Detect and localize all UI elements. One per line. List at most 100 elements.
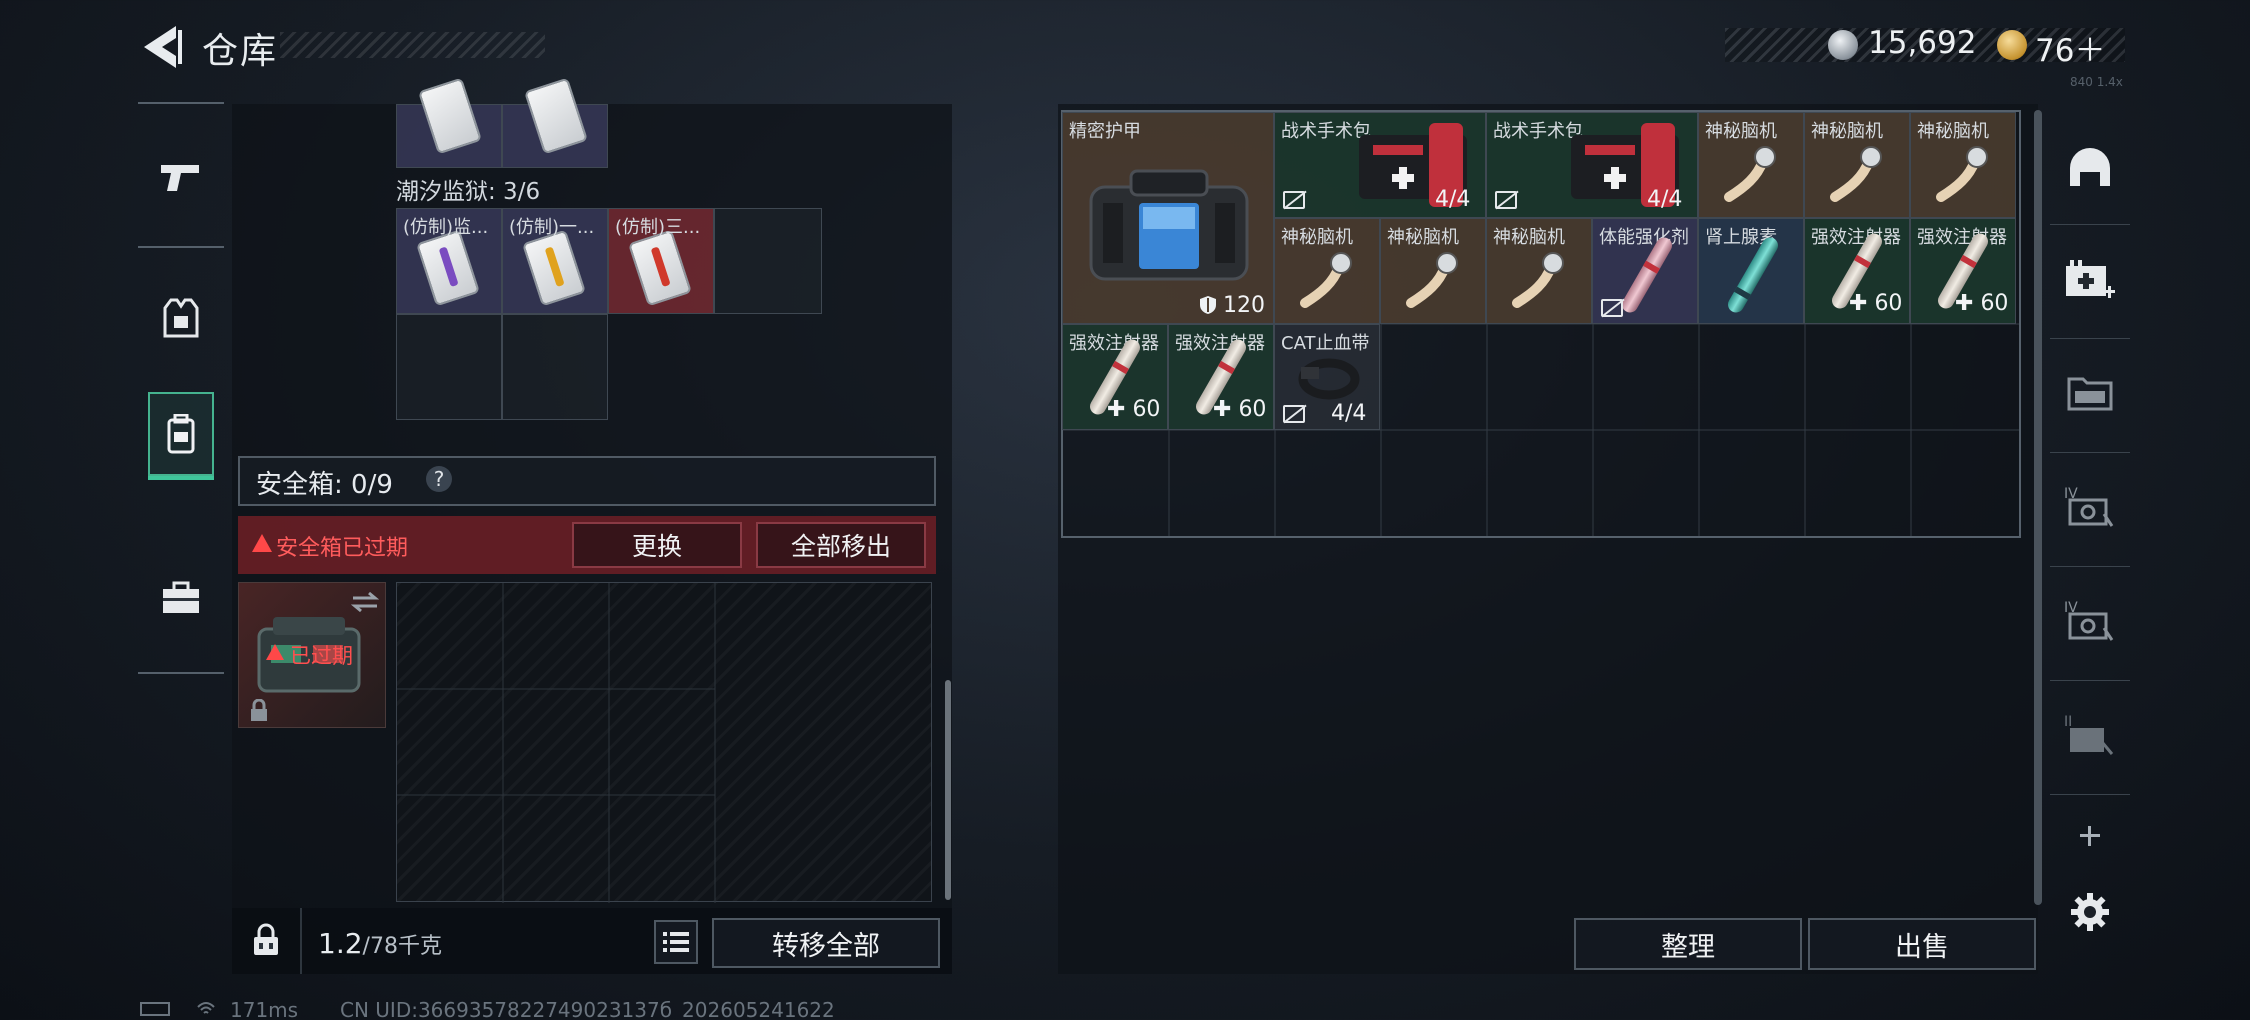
- nerve-item[interactable]: 神秘脑机: [1804, 112, 1910, 218]
- case-expired-label: 已过期: [290, 644, 353, 668]
- shield-icon: [1200, 296, 1216, 314]
- back-arrow-icon: [144, 26, 182, 68]
- list-icon: [663, 932, 689, 952]
- strong-injector-item[interactable]: 强效注射器 ✚ 60: [1910, 218, 2016, 324]
- item-slot[interactable]: [396, 77, 502, 168]
- briefcase-icon: [163, 581, 199, 613]
- safe-ii-icon: II: [2064, 714, 2114, 755]
- prison-section-label: 潮汐监狱: 3/6: [396, 179, 541, 205]
- strong-injector-item[interactable]: 强效注射器 ✚ 60: [1168, 324, 1274, 430]
- empty-slot[interactable]: [396, 314, 502, 420]
- folder-icon: [2067, 377, 2113, 411]
- nav-medical[interactable]: [2050, 236, 2130, 320]
- nav-weapon[interactable]: [148, 136, 214, 220]
- nav-add-button[interactable]: [2050, 806, 2130, 866]
- weight-value: 1.2: [318, 927, 363, 960]
- no-carry-icon: [1283, 191, 1305, 209]
- nav-briefcase[interactable]: [148, 556, 214, 640]
- nav-folder[interactable]: [2050, 350, 2130, 434]
- medkit-item-2[interactable]: 战术手术包 4/4: [1486, 112, 1698, 218]
- lock-button[interactable]: [244, 918, 288, 962]
- settings-button[interactable]: [2050, 882, 2130, 942]
- nav-divider: [2050, 338, 2130, 339]
- warning-icon: [252, 534, 272, 552]
- nav-safe-iv[interactable]: IV: [2050, 464, 2130, 548]
- safe-iv-icon: IV: [2064, 486, 2114, 527]
- gear-icon: [2071, 893, 2109, 931]
- silver-amount: 15,692: [1868, 25, 1977, 61]
- remove-all-button[interactable]: 全部移出: [756, 522, 926, 568]
- safebox-grid: [396, 582, 932, 903]
- nav-divider: [2050, 794, 2130, 795]
- brain-chip-icon: [1830, 146, 1882, 202]
- brain-chip-icon: [1724, 146, 1776, 202]
- nerve-item[interactable]: 神秘脑机: [1698, 112, 1804, 218]
- heal-amount: ✚ 60: [1107, 397, 1161, 422]
- nerve-item[interactable]: 神秘脑机: [1486, 218, 1592, 324]
- backpack-icon: [167, 414, 195, 454]
- helmet-icon: [2070, 148, 2110, 186]
- brain-chip-icon: [1512, 252, 1564, 308]
- footer-divider: [300, 908, 302, 974]
- padlock-icon: [254, 923, 278, 955]
- prison-item-3[interactable]: (仿制)三...: [608, 208, 714, 314]
- svg-text:II: II: [2064, 714, 2072, 730]
- heal-amount: ✚ 60: [1213, 397, 1267, 422]
- nav-divider: [138, 246, 224, 248]
- item-slot[interactable]: [502, 77, 608, 168]
- nav-divider: [138, 102, 224, 104]
- safe-iv-icon-2: IV: [2064, 600, 2114, 641]
- nav-divider: [2050, 566, 2130, 567]
- nav-divider: [138, 672, 224, 674]
- nerve-item[interactable]: 神秘脑机: [1274, 218, 1380, 324]
- no-carry-icon: [1495, 191, 1517, 209]
- sell-button[interactable]: 出售: [1808, 918, 2036, 970]
- battery-icon: [140, 1002, 170, 1016]
- no-carry-icon: [1283, 405, 1305, 423]
- gold-amount[interactable]: 76＋: [2035, 25, 2105, 70]
- brain-chip-icon: [1936, 146, 1988, 202]
- tourniquet-item[interactable]: CAT止血带 4/4: [1274, 324, 1380, 430]
- nav-backpack[interactable]: [148, 392, 214, 480]
- empty-slot[interactable]: [502, 314, 608, 420]
- heal-amount: ✚ 60: [1955, 291, 2009, 316]
- safebox-help-button[interactable]: ?: [426, 466, 452, 492]
- nav-safe-iv-2[interactable]: IV: [2050, 578, 2130, 662]
- back-button[interactable]: [138, 22, 188, 72]
- title-decoration: [280, 32, 545, 58]
- nerve-item[interactable]: 神秘脑机: [1910, 112, 2016, 218]
- nerve-item[interactable]: 神秘脑机: [1380, 218, 1486, 324]
- wifi-icon: [196, 998, 216, 1020]
- stamina-booster-item[interactable]: 体能强化剂: [1592, 218, 1698, 324]
- nav-vest[interactable]: [148, 276, 214, 360]
- prison-item-2[interactable]: (仿制)一...: [502, 208, 608, 314]
- swap-icon: [351, 591, 379, 613]
- adrenaline-item[interactable]: 肾上腺素: [1698, 218, 1804, 324]
- tourniquet-count: 4/4: [1331, 401, 1367, 426]
- expired-warning-icon: [266, 644, 284, 660]
- plus-icon: [2080, 826, 2100, 846]
- prison-item-1[interactable]: (仿制)监...: [396, 208, 502, 314]
- right-scrollbar[interactable]: [2034, 110, 2042, 905]
- list-view-button[interactable]: [654, 920, 698, 964]
- safebox-title: 安全箱: 0/9: [256, 470, 393, 500]
- tourniquet-icon: [1298, 358, 1360, 400]
- weight-unit: /78千克: [362, 934, 442, 959]
- replace-button[interactable]: 更换: [572, 522, 742, 568]
- transfer-all-button[interactable]: 转移全部: [712, 918, 940, 968]
- empty-slot[interactable]: [714, 208, 822, 314]
- left-scrollbar[interactable]: [945, 680, 951, 900]
- page-title: 仓库: [202, 31, 279, 72]
- strong-injector-item[interactable]: 强效注射器 ✚ 60: [1804, 218, 1910, 324]
- sort-button[interactable]: 整理: [1574, 918, 1802, 970]
- strong-injector-item[interactable]: 强效注射器 ✚ 60: [1062, 324, 1168, 430]
- nav-divider: [2050, 452, 2130, 453]
- brain-chip-icon: [1406, 252, 1458, 308]
- medkit-count: 4/4: [1435, 187, 1471, 212]
- nav-safe-ii[interactable]: II: [2050, 692, 2130, 776]
- medkit-item-1[interactable]: 战术手术包 4/4: [1274, 112, 1486, 218]
- weight-readout: 1.2/78千克: [318, 927, 442, 960]
- version-text: 840 1.4x: [2070, 75, 2123, 89]
- nav-helmet[interactable]: [2050, 126, 2130, 210]
- armor-item[interactable]: 精密护甲 120: [1062, 112, 1274, 324]
